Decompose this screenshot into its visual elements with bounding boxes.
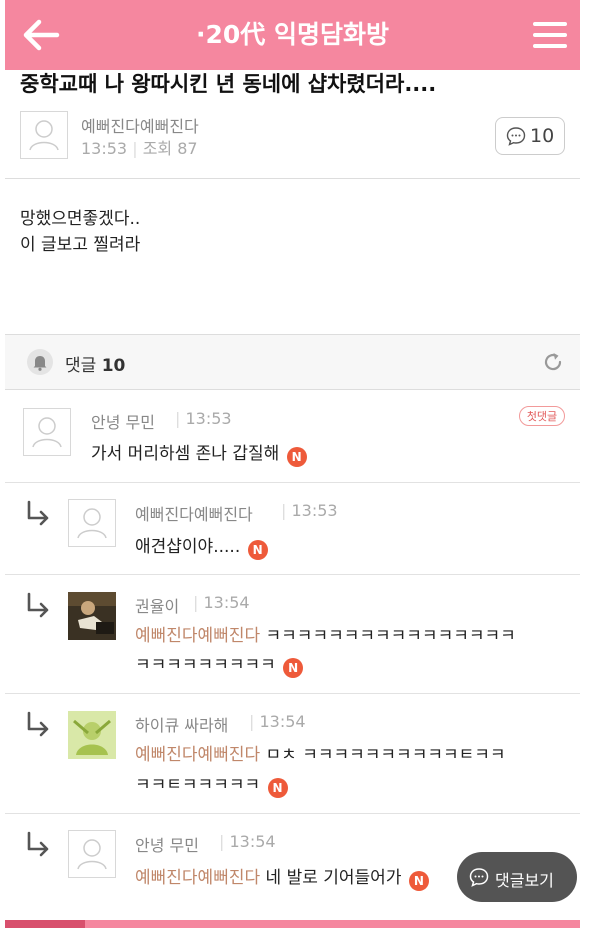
comment-text: 가서 머리하셈 존나 갑질해 N: [91, 442, 307, 467]
comment-author[interactable]: 안녕 무민: [135, 832, 199, 856]
comment-text-line2: ㅋㅋㅋㅋㅋㅋㅋㅋㅋ N: [135, 653, 304, 678]
comment-count-button[interactable]: 10: [495, 117, 565, 155]
divider: [5, 813, 580, 814]
default-user-icon: [32, 417, 62, 448]
comment-time: | 13:53: [175, 409, 232, 428]
comment-text-value: 가서 머리하셈 존나 갑질해: [91, 444, 280, 464]
comment-text: 예뻐진다예뻐진다 네 발로 기어들어가 N: [135, 866, 429, 891]
post-body: 망했으면좋겠다.. 이 글보고 찔려라: [20, 206, 140, 258]
board-title: ·20代 익명담화방: [196, 20, 389, 49]
mention-tag[interactable]: 예뻐진다예뻐진다: [135, 868, 260, 888]
comment-text: 애견샵이야..... N: [135, 535, 268, 560]
comment-time-value: 13:53: [185, 409, 232, 428]
speech-bubble-icon: [469, 868, 489, 887]
comment-text-value: ㅋㅋㅋㅋㅋㅋㅋㅋㅋㅋㅋㅋㅋㅋㅋㅋ: [260, 626, 516, 646]
comment-count: 10: [530, 125, 555, 147]
first-comment-badge: 첫댓글: [519, 406, 565, 426]
new-badge: N: [286, 447, 307, 467]
post-meta: 13:53 | 조회 87: [81, 139, 198, 158]
reply-arrow-icon: [27, 592, 49, 618]
new-badge: N: [408, 871, 429, 891]
comment-text-value: 네 발로 기어들어가: [260, 868, 402, 888]
divider: [5, 574, 580, 575]
comment-time: | 13:53: [281, 501, 338, 520]
comment-author[interactable]: 권율이: [135, 593, 179, 617]
author-avatar[interactable]: [20, 111, 68, 159]
reply-arrow-icon: [27, 500, 49, 526]
comment-avatar-photo[interactable]: [68, 711, 116, 759]
mention-tag[interactable]: 예뻐진다예뻐진다: [135, 745, 260, 765]
divider: [5, 482, 580, 483]
post-title: 중학교때 나 왕따시킨 년 동네에 샵차렸더라....: [20, 72, 437, 96]
comments-header: 댓글 10: [5, 334, 580, 390]
view-comments-label: 댓글보기: [495, 871, 554, 890]
comment-author[interactable]: 안녕 무민: [91, 409, 155, 433]
default-user-icon: [29, 120, 59, 151]
comment-text-value: ㅋㅋㅌㅋㅋㅋㅋㅋ: [135, 775, 261, 795]
bell-icon[interactable]: [27, 349, 53, 375]
comment-text-value: ㅋㅋㅋㅋㅋㅋㅋㅋㅋ: [135, 655, 276, 675]
app-frame: ·20代 익명담화방 중학교때 나 왕따시킨 년 동네에 샵차렸더라.... 예…: [5, 0, 580, 928]
comment-time: | 13:54: [219, 832, 276, 851]
view-comments-button[interactable]: 댓글보기: [457, 852, 577, 902]
post-author[interactable]: 예뻐진다예뻐진다: [81, 113, 199, 137]
comment-text: 예뻐진다예뻐진다 ㅁㅊ ㅋㅋㅋㅋㅋㅋㅋㅋㅋㅋㅌㅋㅋ: [135, 743, 506, 767]
comment-author[interactable]: 하이큐 싸라해: [135, 712, 228, 736]
top-bar: ·20代 익명담화방: [5, 0, 580, 70]
comment-text: 예뻐진다예뻐진다 ㅋㅋㅋㅋㅋㅋㅋㅋㅋㅋㅋㅋㅋㅋㅋㅋ: [135, 624, 516, 648]
comments-label: 댓글 10: [65, 351, 125, 376]
new-badge: N: [283, 658, 304, 678]
comment-avatar[interactable]: [68, 830, 116, 878]
bottom-bar: [5, 920, 580, 928]
post-body-line: 이 글보고 찔려라: [20, 235, 141, 255]
comment-text-value: 애견샵이야.....: [135, 537, 241, 557]
comments-label-count: 10: [101, 356, 126, 376]
profile-photo-icon: [68, 711, 116, 759]
default-user-icon: [77, 508, 107, 539]
reply-arrow-icon: [27, 711, 49, 737]
comment-text-value: ㅁㅊ ㅋㅋㅋㅋㅋㅋㅋㅋㅋㅋㅌㅋㅋ: [260, 745, 506, 765]
comment-text-line2: ㅋㅋㅌㅋㅋㅋㅋㅋ N: [135, 773, 288, 798]
post-body-line: 망했으면좋겠다..: [20, 209, 141, 229]
new-badge: N: [247, 540, 268, 560]
hamburger-menu-icon[interactable]: [532, 17, 568, 53]
comments-label-text: 댓글: [65, 356, 97, 376]
comment-time-value: 13:54: [203, 593, 250, 612]
comment-avatar[interactable]: [23, 408, 71, 456]
post-views: 조회 87: [142, 139, 198, 158]
default-user-icon: [77, 839, 107, 870]
profile-photo-icon: [68, 592, 116, 640]
refresh-icon[interactable]: [541, 350, 565, 374]
comment-avatar[interactable]: [68, 499, 116, 547]
comment-time-value: 13:53: [291, 501, 338, 520]
speech-bubble-icon: [506, 127, 526, 146]
post-time: 13:53: [81, 139, 128, 158]
divider: [5, 178, 580, 179]
divider: [5, 693, 580, 694]
reply-arrow-icon: [27, 831, 49, 857]
bottom-bar-accent: [5, 920, 85, 928]
comment-time: | 13:54: [249, 712, 306, 731]
comment-avatar-photo[interactable]: [68, 592, 116, 640]
comment-time: | 13:54: [193, 593, 250, 612]
comment-time-value: 13:54: [259, 712, 306, 731]
mention-tag[interactable]: 예뻐진다예뻐진다: [135, 626, 260, 646]
comment-author[interactable]: 예뻐진다예뻐진다: [135, 501, 253, 525]
new-badge: N: [267, 778, 288, 798]
comment-time-value: 13:54: [229, 832, 276, 851]
